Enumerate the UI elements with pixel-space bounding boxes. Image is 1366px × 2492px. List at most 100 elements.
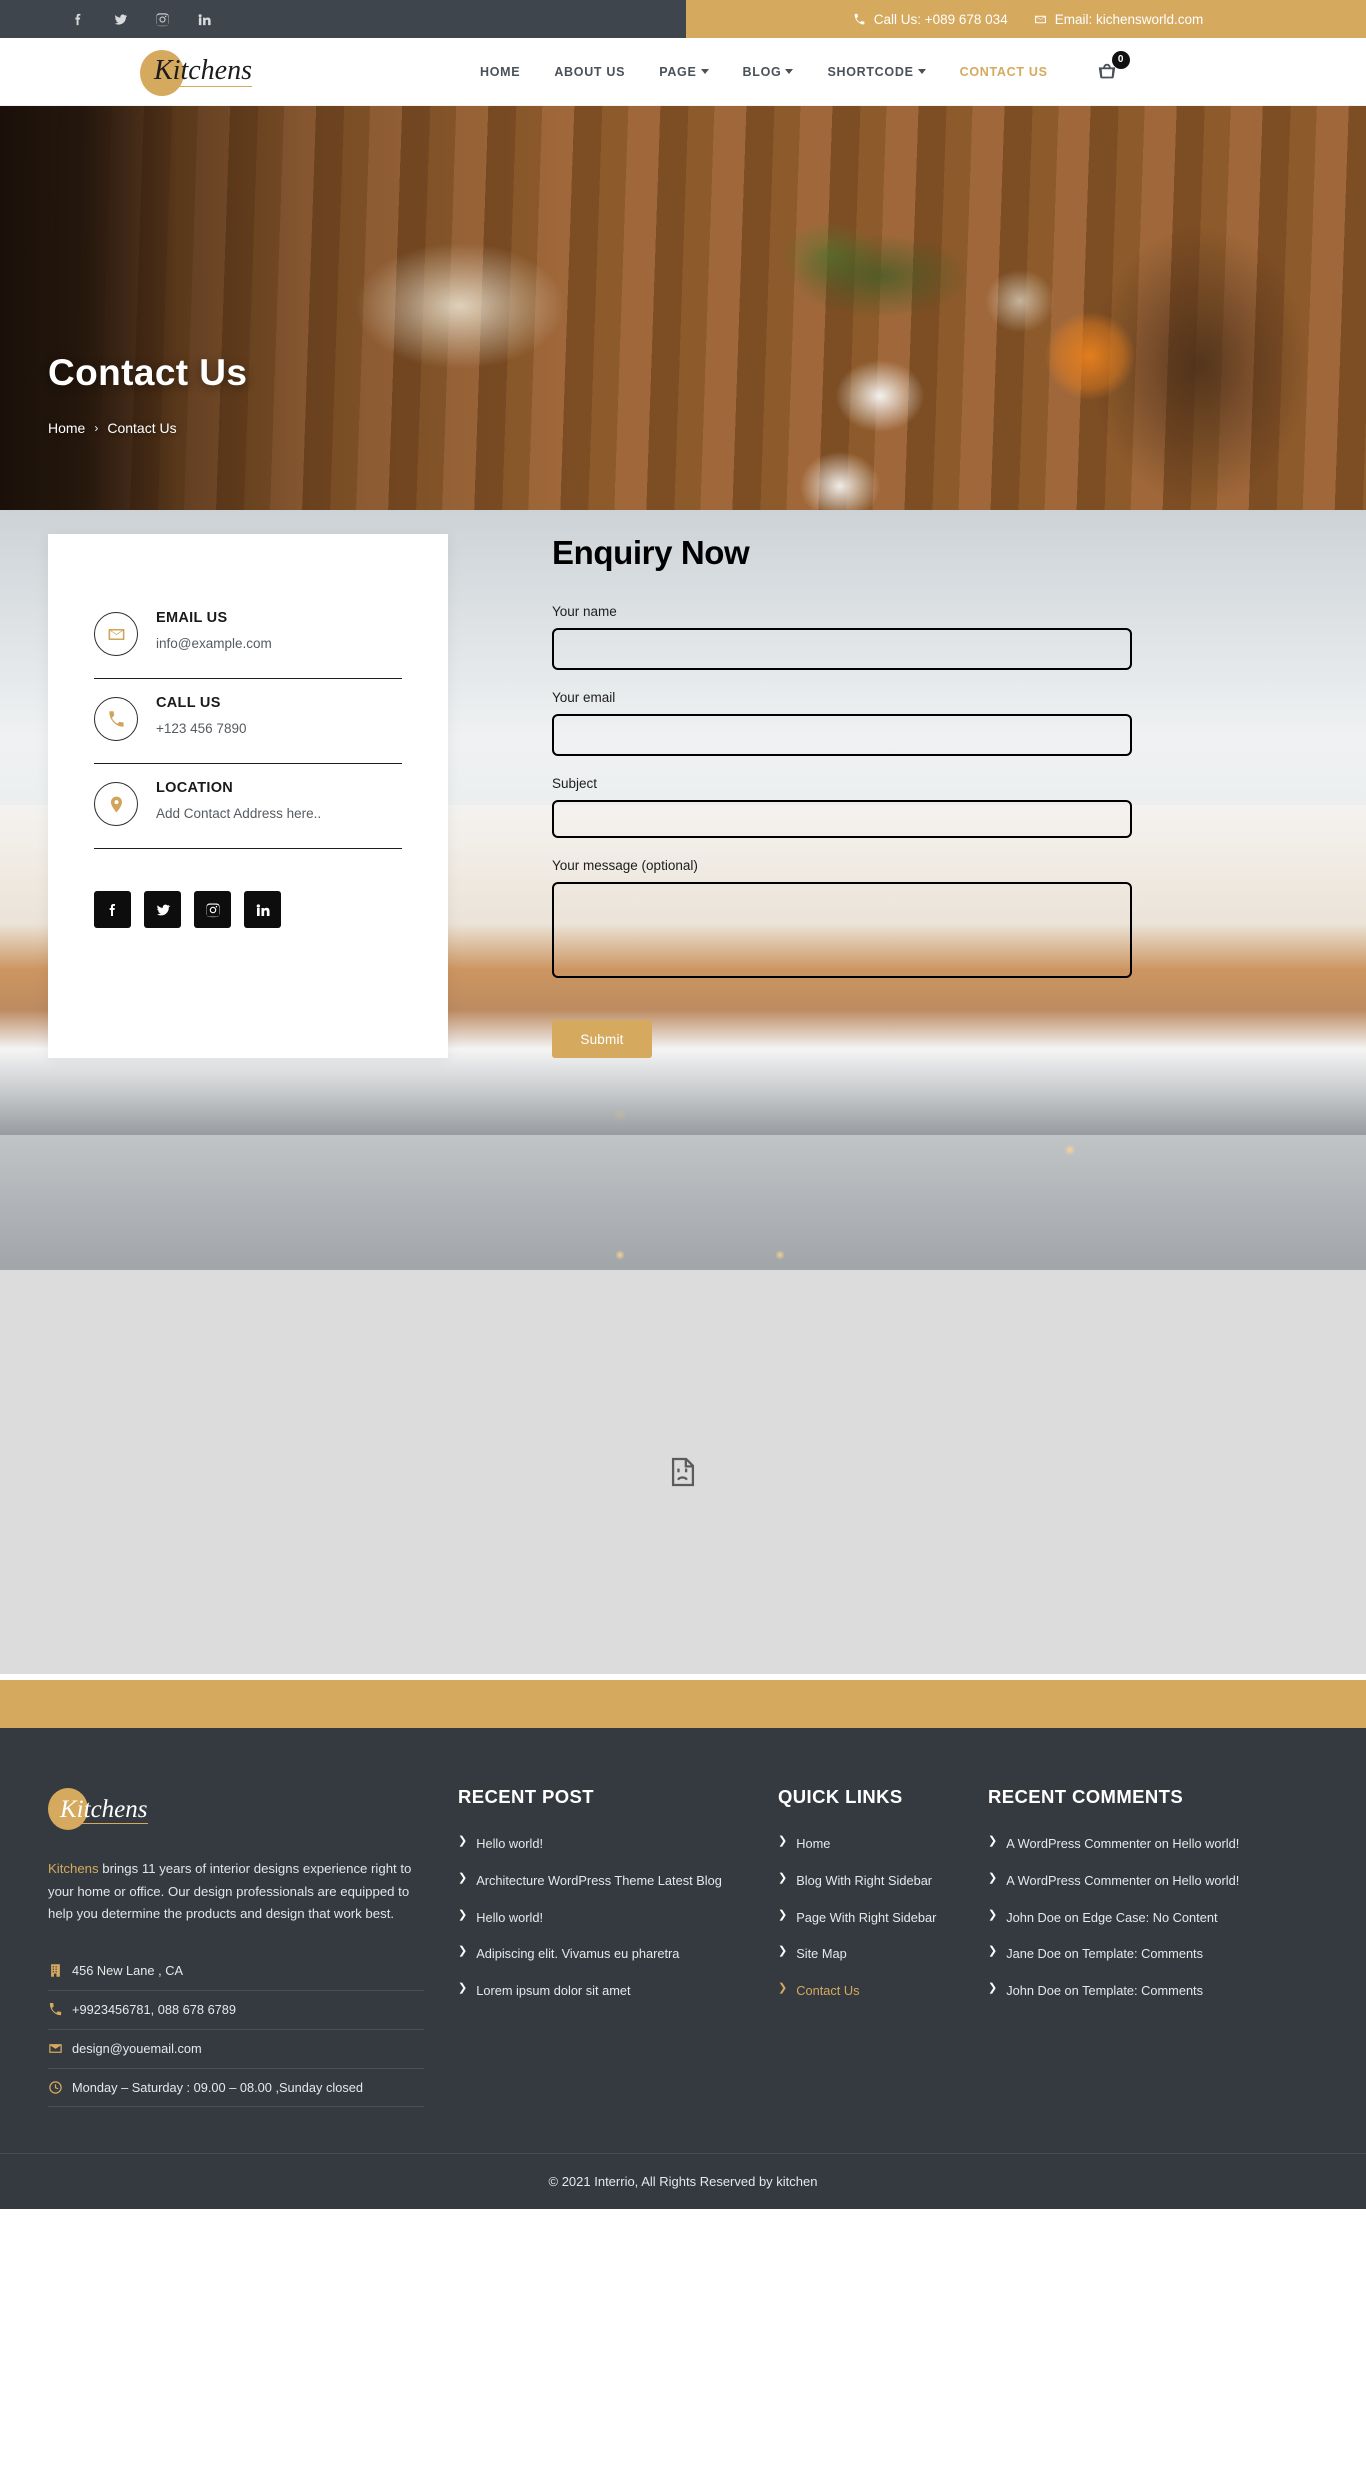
contact-info-text: EMAIL US info@example.com [156,610,272,651]
contact-info-title: CALL US [156,695,221,711]
contact-info-title: EMAIL US [156,610,228,626]
footer-quick-link-home[interactable]: ❯ Home [778,1834,954,1854]
contact-info-row-call: CALL US +123 456 7890 [94,679,402,764]
footer-logo[interactable]: Kitchens [48,1786,218,1834]
footer-link-label: Lorem ipsum dolor sit amet [476,1983,631,1999]
nav-item-home[interactable]: HOME [480,65,520,79]
chevron-right-icon: ❯ [778,1908,788,1921]
chevron-right-icon: ❯ [778,1871,788,1884]
twitter-icon [156,904,170,915]
site-header: Kitchens HOME ABOUT US PAGE BLOG SHORTCO… [0,38,1366,106]
footer-column-recent-post: RECENT POST ❯ Hello world! ❯ Architecture … [458,1786,778,2107]
facebook-icon[interactable] [70,11,86,27]
nav-label: HOME [480,64,521,79]
broken-image-icon [671,1457,695,1487]
twitter-icon[interactable] [112,11,128,27]
footer-quick-link-page-right-sidebar[interactable]: ❯ Page With Right Sidebar [778,1908,954,1928]
linkedin-icon [256,903,270,916]
contact-info-value: info@example.com [156,636,272,651]
field-your-email: Your email [552,690,1318,756]
footer-quick-link-site-map[interactable]: ❯ Site Map [778,1944,954,1964]
your-name-input[interactable] [552,628,1132,670]
contact-info-text: CALL US +123 456 7890 [156,695,246,736]
social-button-instagram[interactable] [194,891,231,928]
footer-recent-comment-item[interactable]: ❯ A WordPress Commenter on Hello world! [988,1834,1284,1854]
footer-quick-link-blog-right-sidebar[interactable]: ❯ Blog With Right Sidebar [778,1871,954,1891]
linkedin-icon[interactable] [196,11,212,27]
footer-quick-link-contact-us[interactable]: ❯ Contact Us [778,1981,954,2001]
chevron-right-icon: ❯ [458,1945,468,1958]
chevron-right-icon: ❯ [778,1982,788,1995]
footer-contact-hours: Monday – Saturday : 09.00 – 08.00 ,Sunda… [48,2069,424,2108]
footer-link-label: A WordPress Commenter on Hello world! [1006,1836,1240,1851]
footer-recent-post-item[interactable]: ❯ Hello world! [458,1908,744,1928]
footer-recent-comment-item[interactable]: ❯ A WordPress Commenter on Hello world! [988,1871,1284,1891]
top-bar-phone[interactable]: Call Us: +089 678 034 [853,12,1008,27]
footer-recent-comment-item[interactable]: ❯ John Doe on Edge Case: No Content [988,1908,1284,1928]
nav-item-blog[interactable]: BLOG [743,65,794,79]
contact-section: EMAIL US info@example.com CALL US +123 4… [0,510,1366,1270]
field-your-message: Your message (optional) [552,858,1318,978]
nav-label: PAGE [659,64,697,79]
breadcrumb-separator-icon: › [94,421,99,435]
phone-icon [94,697,138,741]
footer-description-text: brings 11 years of interior designs expe… [48,1861,412,1922]
nav-item-contact-us[interactable]: CONTACT US [960,65,1048,79]
footer-column-brand: Kitchens Kitchens brings 11 years of int… [48,1786,458,2108]
footer-recent-post-item[interactable]: ❯ Architecture WordPress Theme Latest Blo… [458,1871,744,1891]
top-bar: Call Us: +089 678 034 Email: kichensworl… [0,0,1366,38]
footer-link-label: Jane Doe on Template: Comments [1006,1946,1204,1962]
label-your-name: Your name [552,604,617,619]
top-bar-email[interactable]: Email: kichensworld.com [1034,12,1203,27]
field-subject: Subject [552,776,1318,838]
footer-recent-post-item[interactable]: ❯ Adipiscing elit. Vivamus eu pharetra [458,1944,744,1964]
footer-description: Kitchens brings 11 years of interior des… [48,1858,424,1926]
facebook-icon [109,903,115,916]
top-bar-contact-info: Call Us: +089 678 034 Email: kichensworl… [686,0,1366,38]
social-button-twitter[interactable] [144,891,181,928]
footer-link-label: A WordPress Commenter on Hello world! [1006,1872,1240,1888]
social-button-linkedin[interactable] [244,891,281,928]
chevron-right-icon: ❯ [458,1908,468,1921]
contact-info-text: LOCATION Add Contact Address here.. [156,780,321,821]
breadcrumb-current: Contact Us [107,420,177,436]
footer-logo-text: Kitchens [60,1795,148,1824]
label-subject: Subject [552,776,598,791]
contact-info-card: EMAIL US info@example.com CALL US +123 4… [48,534,448,1058]
top-bar-social-list [0,0,212,38]
your-message-textarea[interactable] [552,882,1132,978]
social-button-facebook[interactable] [94,891,131,928]
footer-recent-comment-item[interactable]: ❯ Jane Doe on Template: Comments [988,1944,1284,1964]
map-placeholder-area [0,1270,1366,1680]
contact-info-value: Add Contact Address here.. [156,806,322,821]
nav-item-shortcode[interactable]: SHORTCODE [827,65,926,79]
chevron-right-icon: ❯ [458,1982,468,1995]
location-pin-icon [94,782,138,826]
logo-text: Kitchens [154,54,252,87]
instagram-icon[interactable] [154,11,170,27]
site-logo[interactable]: Kitchens [140,44,320,100]
footer-link-label: John Doe on Edge Case: No Content [1006,1909,1218,1925]
footer-recent-post-item[interactable]: ❯ Hello world! [458,1834,744,1854]
nav-item-page[interactable]: PAGE [659,64,709,79]
chevron-right-icon: ❯ [988,1945,998,1958]
field-your-name: Your name [552,604,1318,670]
footer-brand-word: Kitchens [48,1861,99,1876]
footer-recent-post-item[interactable]: ❯ Lorem ipsum dolor sit amet [458,1981,744,2001]
breadcrumb-home[interactable]: Home [48,420,85,436]
submit-button[interactable]: Submit [552,1020,652,1058]
chevron-down-icon [785,69,794,74]
footer-contact-phone: +9923456781, 088 678 6789 [48,1991,424,2030]
footer-contact-text: +9923456781, 088 678 6789 [72,2001,237,2017]
cart-button[interactable]: 0 [1092,50,1130,87]
subject-input[interactable] [552,800,1132,838]
footer-heading-quick-links: QUICK LINKS [778,1786,903,1807]
your-email-input[interactable] [552,714,1132,756]
main-navigation: HOME ABOUT US PAGE BLOG SHORTCODE CONTAC… [480,65,1048,79]
enquiry-form: Your name Your email Subject Your messag… [552,604,1318,1058]
site-footer: Kitchens Kitchens brings 11 years of int… [0,1728,1366,2154]
footer-link-label: John Doe on Template: Comments [1006,1983,1204,1999]
chevron-right-icon: ❯ [988,1908,998,1921]
footer-recent-comment-item[interactable]: ❯ John Doe on Template: Comments [988,1981,1284,2001]
nav-item-about-us[interactable]: ABOUT US [554,65,625,79]
